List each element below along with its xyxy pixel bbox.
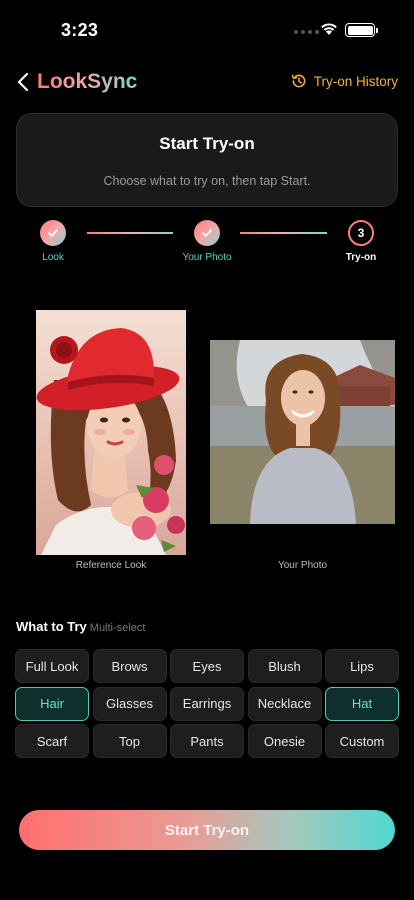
step-try-on-number: 3 <box>348 220 374 246</box>
step-try-on-label: Try-on <box>345 252 377 263</box>
chip-custom[interactable]: Custom <box>325 724 399 758</box>
chip-onesie[interactable]: Onesie <box>247 724 322 758</box>
chip-blush[interactable]: Blush <box>247 649 322 683</box>
your-photo-caption: Your Photo <box>277 560 328 571</box>
chip-full-look[interactable]: Full Look <box>15 649 89 683</box>
step-your-photo[interactable]: Your Photo <box>172 220 242 263</box>
start-try-on-button[interactable]: Start Try-on <box>19 810 395 850</box>
reference-look-caption: Reference Look <box>75 560 147 571</box>
step-look-label: Look <box>42 252 64 263</box>
card-subtitle: Choose what to try on, then tap Start. <box>103 174 311 188</box>
your-photo-image[interactable] <box>210 340 395 524</box>
what-to-try-heading: What to Try Multi-select <box>16 619 145 634</box>
status-bar: 3:23 <box>0 0 414 56</box>
signal-icon <box>294 30 319 34</box>
status-time: 3:23 <box>61 20 99 40</box>
wifi-icon <box>321 23 337 35</box>
step-connector-2 <box>240 232 327 234</box>
back-chevron-icon[interactable] <box>12 70 36 94</box>
chip-brows[interactable]: Brows <box>92 649 167 683</box>
chip-pants[interactable]: Pants <box>170 724 244 758</box>
chip-glasses[interactable]: Glasses <box>92 686 167 721</box>
step-try-on[interactable]: 3 Try-on <box>326 220 396 263</box>
try-on-history-label: Try-on History <box>313 73 398 89</box>
what-to-try-title: What to Try <box>16 619 87 634</box>
chip-scarf[interactable]: Scarf <box>15 724 89 758</box>
chip-top[interactable]: Top <box>92 724 167 758</box>
try-on-history-button[interactable]: Try-on History <box>290 72 398 90</box>
battery-icon <box>345 23 378 37</box>
history-clock-icon <box>291 74 306 88</box>
step-photo-check-icon <box>194 220 220 246</box>
app-title: LookSync <box>37 70 138 93</box>
reference-look-image[interactable] <box>36 310 186 555</box>
chip-necklace[interactable]: Necklace <box>247 686 322 721</box>
chip-earrings[interactable]: Earrings <box>170 686 244 721</box>
chip-hair[interactable]: Hair <box>15 686 89 721</box>
multi-select-hint: Multi-select <box>89 622 146 634</box>
chip-hat[interactable]: Hat <box>325 686 399 721</box>
step-connector-1 <box>87 232 173 234</box>
chip-eyes[interactable]: Eyes <box>170 649 244 683</box>
card-title: Start Try-on <box>159 134 255 153</box>
start-try-on-card: Start Try-on Choose what to try on, then… <box>16 113 398 207</box>
try-options-grid: Full Look Brows Eyes Blush Lips Hair Gla… <box>15 649 399 758</box>
step-look-check-icon <box>40 220 66 246</box>
step-look[interactable]: Look <box>18 220 88 263</box>
chip-lips[interactable]: Lips <box>325 649 399 683</box>
step-your-photo-label: Your Photo <box>182 252 232 263</box>
